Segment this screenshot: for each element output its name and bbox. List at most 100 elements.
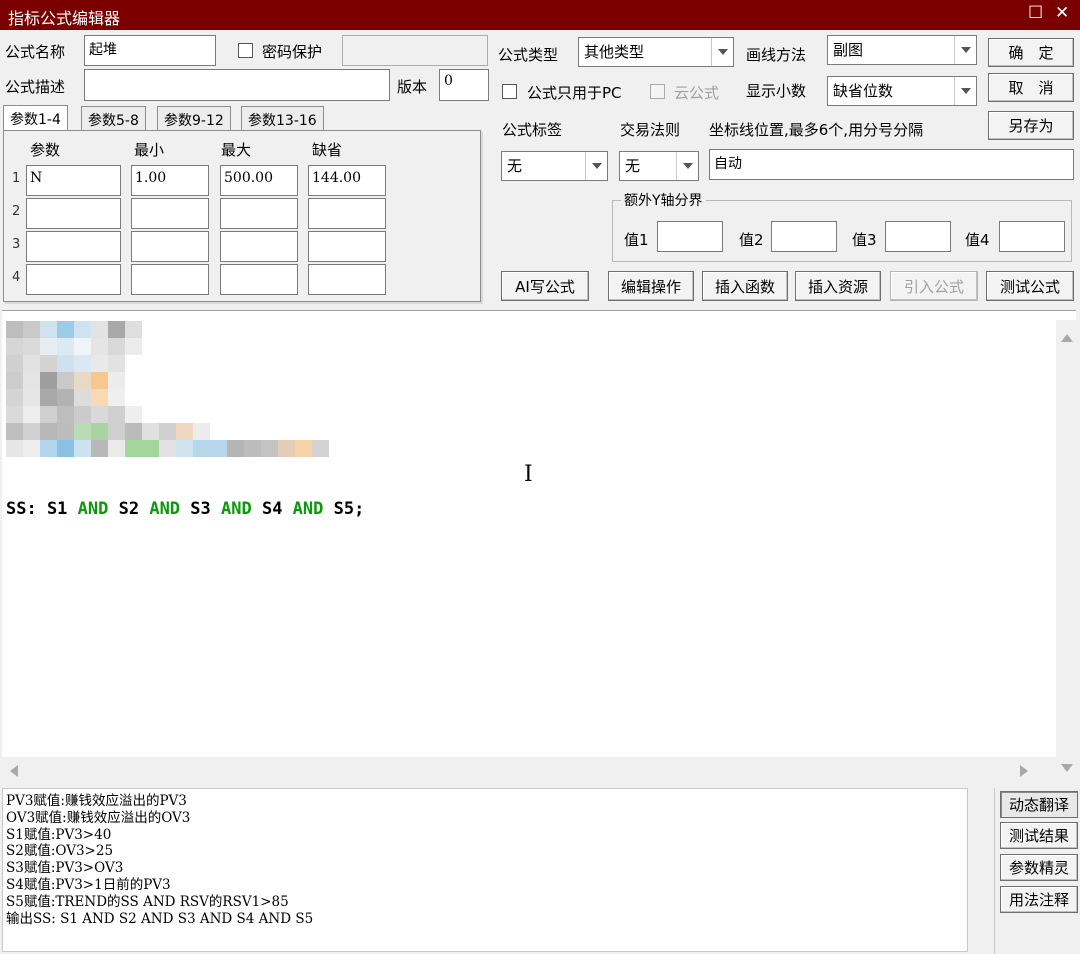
param-3-default[interactable]: [308, 231, 386, 262]
param-header-default: 缺省: [312, 141, 343, 159]
draw-method-select[interactable]: 副图: [827, 35, 977, 65]
trade-rule-value: 无: [625, 157, 641, 175]
version-label: 版本: [397, 78, 428, 96]
horizontal-scrollbar[interactable]: [2, 757, 1058, 787]
chevron-down-icon[interactable]: [954, 77, 976, 105]
pc-only-checkbox[interactable]: [502, 84, 517, 99]
output-line: OV3赋值:赚钱效应溢出的OV3: [6, 809, 191, 826]
ai-write-formula-button[interactable]: AI写公式: [501, 271, 589, 301]
param-1-min[interactable]: 1.00: [131, 165, 209, 196]
param-1-name[interactable]: N: [26, 165, 121, 196]
formula-desc-input[interactable]: [84, 69, 390, 101]
formula-tag-select[interactable]: 无: [501, 151, 608, 181]
formula-code-line: SS: S1 AND S2 AND S3 AND S4 AND S5;: [6, 499, 364, 519]
insert-resource-button[interactable]: 插入资源: [795, 271, 881, 301]
chevron-down-icon[interactable]: [954, 36, 976, 64]
decimal-label: 显示小数: [746, 82, 807, 100]
password-label: 密码保护: [262, 43, 323, 61]
y-value-2-label: 值2: [739, 231, 764, 249]
test-result-button[interactable]: 测试结果: [1000, 822, 1078, 849]
axis-position-label: 坐标线位置,最多6个,用分号分隔: [709, 121, 924, 139]
dynamic-translate-button[interactable]: 动态翻译: [1000, 791, 1078, 818]
password-checkbox[interactable]: [238, 43, 253, 58]
tab-params-1-4[interactable]: 参数1-4: [3, 105, 68, 131]
draw-method-label: 画线方法: [746, 46, 807, 64]
insert-function-button[interactable]: 插入函数: [702, 271, 788, 301]
tab-params-5-8[interactable]: 参数5-8: [81, 106, 146, 130]
code-editor[interactable]: SS: S1 AND S2 AND S3 AND S4 AND S5;: [2, 310, 1076, 786]
window-title: 指标公式编辑器: [8, 9, 121, 28]
param-2-default[interactable]: [308, 198, 386, 229]
save-as-button[interactable]: 另存为: [988, 111, 1074, 140]
ok-button[interactable]: 确 定: [988, 38, 1074, 67]
decimal-select[interactable]: 缺省位数: [827, 76, 977, 106]
translation-output: PV3赋值:赚钱效应溢出的PV3 OV3赋值:赚钱效应溢出的OV3 S1赋值:P…: [2, 788, 968, 952]
code-token: SS: S1: [6, 499, 78, 519]
output-line: S4赋值:PV3>1日前的PV3: [6, 876, 171, 893]
trade-rule-select[interactable]: 无: [619, 151, 699, 181]
param-header-min: 最小: [134, 141, 165, 159]
y-value-4-input[interactable]: [999, 221, 1065, 252]
dialog-client: 公式名称 起堆 密码保护 公式类型 其他类型 画线方法 副图 确 定 公式描述 …: [0, 30, 1080, 954]
scroll-down-icon[interactable]: [1061, 764, 1073, 772]
formula-type-label: 公式类型: [498, 46, 559, 64]
y-value-3-label: 值3: [852, 231, 877, 249]
chevron-down-icon[interactable]: [676, 152, 698, 180]
param-2-name[interactable]: [26, 198, 121, 229]
output-line: S2赋值:OV3>25: [6, 843, 114, 860]
scroll-right-icon[interactable]: [1020, 765, 1028, 777]
version-input[interactable]: 0: [439, 69, 489, 101]
param-4-min[interactable]: [131, 264, 209, 295]
y-value-1-input[interactable]: [657, 221, 723, 252]
import-formula-button[interactable]: 引入公式: [890, 271, 978, 301]
tab-params-13-16[interactable]: 参数13-16: [241, 106, 324, 130]
password-input[interactable]: [342, 35, 488, 66]
formula-name-label: 公式名称: [5, 43, 66, 61]
output-side-panel: 动态翻译 测试结果 参数精灵 用法注释: [994, 788, 1080, 954]
formula-type-select[interactable]: 其他类型: [578, 37, 734, 67]
scroll-left-icon[interactable]: [10, 765, 18, 777]
formula-name-input[interactable]: 起堆: [84, 35, 216, 66]
param-3-min[interactable]: [131, 231, 209, 262]
test-formula-button[interactable]: 测试公式: [986, 271, 1074, 301]
output-line: S1赋值:PV3>40: [6, 826, 112, 843]
param-2-max[interactable]: [220, 198, 298, 229]
draw-method-value: 副图: [833, 41, 864, 59]
maximize-icon[interactable]: ☐: [1028, 3, 1043, 23]
code-token: S2: [108, 499, 150, 519]
formula-tag-label: 公式标签: [502, 121, 563, 139]
trade-rule-label: 交易法则: [620, 121, 681, 139]
y-value-4-label: 值4: [965, 231, 990, 249]
tab-params-9-12[interactable]: 参数9-12: [157, 106, 231, 130]
vertical-scrollbar[interactable]: [1056, 320, 1078, 786]
param-1-default[interactable]: 144.00: [308, 165, 386, 196]
title-bar: 指标公式编辑器 ☐ ✕: [0, 0, 1080, 30]
param-wizard-button[interactable]: 参数精灵: [1000, 854, 1078, 881]
y-value-1-label: 值1: [624, 231, 649, 249]
param-1-max[interactable]: 500.00: [220, 165, 298, 196]
output-line: 输出SS: S1 AND S2 AND S3 AND S4 AND S5: [6, 910, 314, 927]
scroll-up-icon[interactable]: [1061, 334, 1073, 342]
chevron-down-icon[interactable]: [711, 38, 733, 66]
param-3-name[interactable]: [26, 231, 121, 262]
usage-notes-button[interactable]: 用法注释: [1000, 886, 1078, 913]
extra-y-axis-title: 额外Y轴分界: [624, 193, 703, 209]
output-line: S5赋值:TREND的SS AND RSV的RSV1>85: [6, 893, 289, 910]
cloud-formula-checkbox[interactable]: [650, 84, 665, 99]
param-row-number: 2: [12, 204, 21, 219]
axis-position-input[interactable]: 自动: [709, 149, 1074, 180]
param-4-default[interactable]: [308, 264, 386, 295]
param-4-name[interactable]: [26, 264, 121, 295]
pc-only-label: 公式只用于PC: [527, 84, 622, 102]
param-4-max[interactable]: [220, 264, 298, 295]
param-3-max[interactable]: [220, 231, 298, 262]
cancel-button[interactable]: 取 消: [988, 73, 1074, 102]
param-2-min[interactable]: [131, 198, 209, 229]
chevron-down-icon[interactable]: [585, 152, 607, 180]
y-value-3-input[interactable]: [885, 221, 951, 252]
param-header-max: 最大: [221, 141, 252, 159]
y-value-2-input[interactable]: [771, 221, 837, 252]
param-panel: 参数 最小 最大 缺省 1 N 1.00 500.00 144.00 2 3 4: [3, 130, 481, 302]
close-icon[interactable]: ✕: [1055, 3, 1069, 23]
edit-operation-button[interactable]: 编辑操作: [608, 271, 694, 301]
